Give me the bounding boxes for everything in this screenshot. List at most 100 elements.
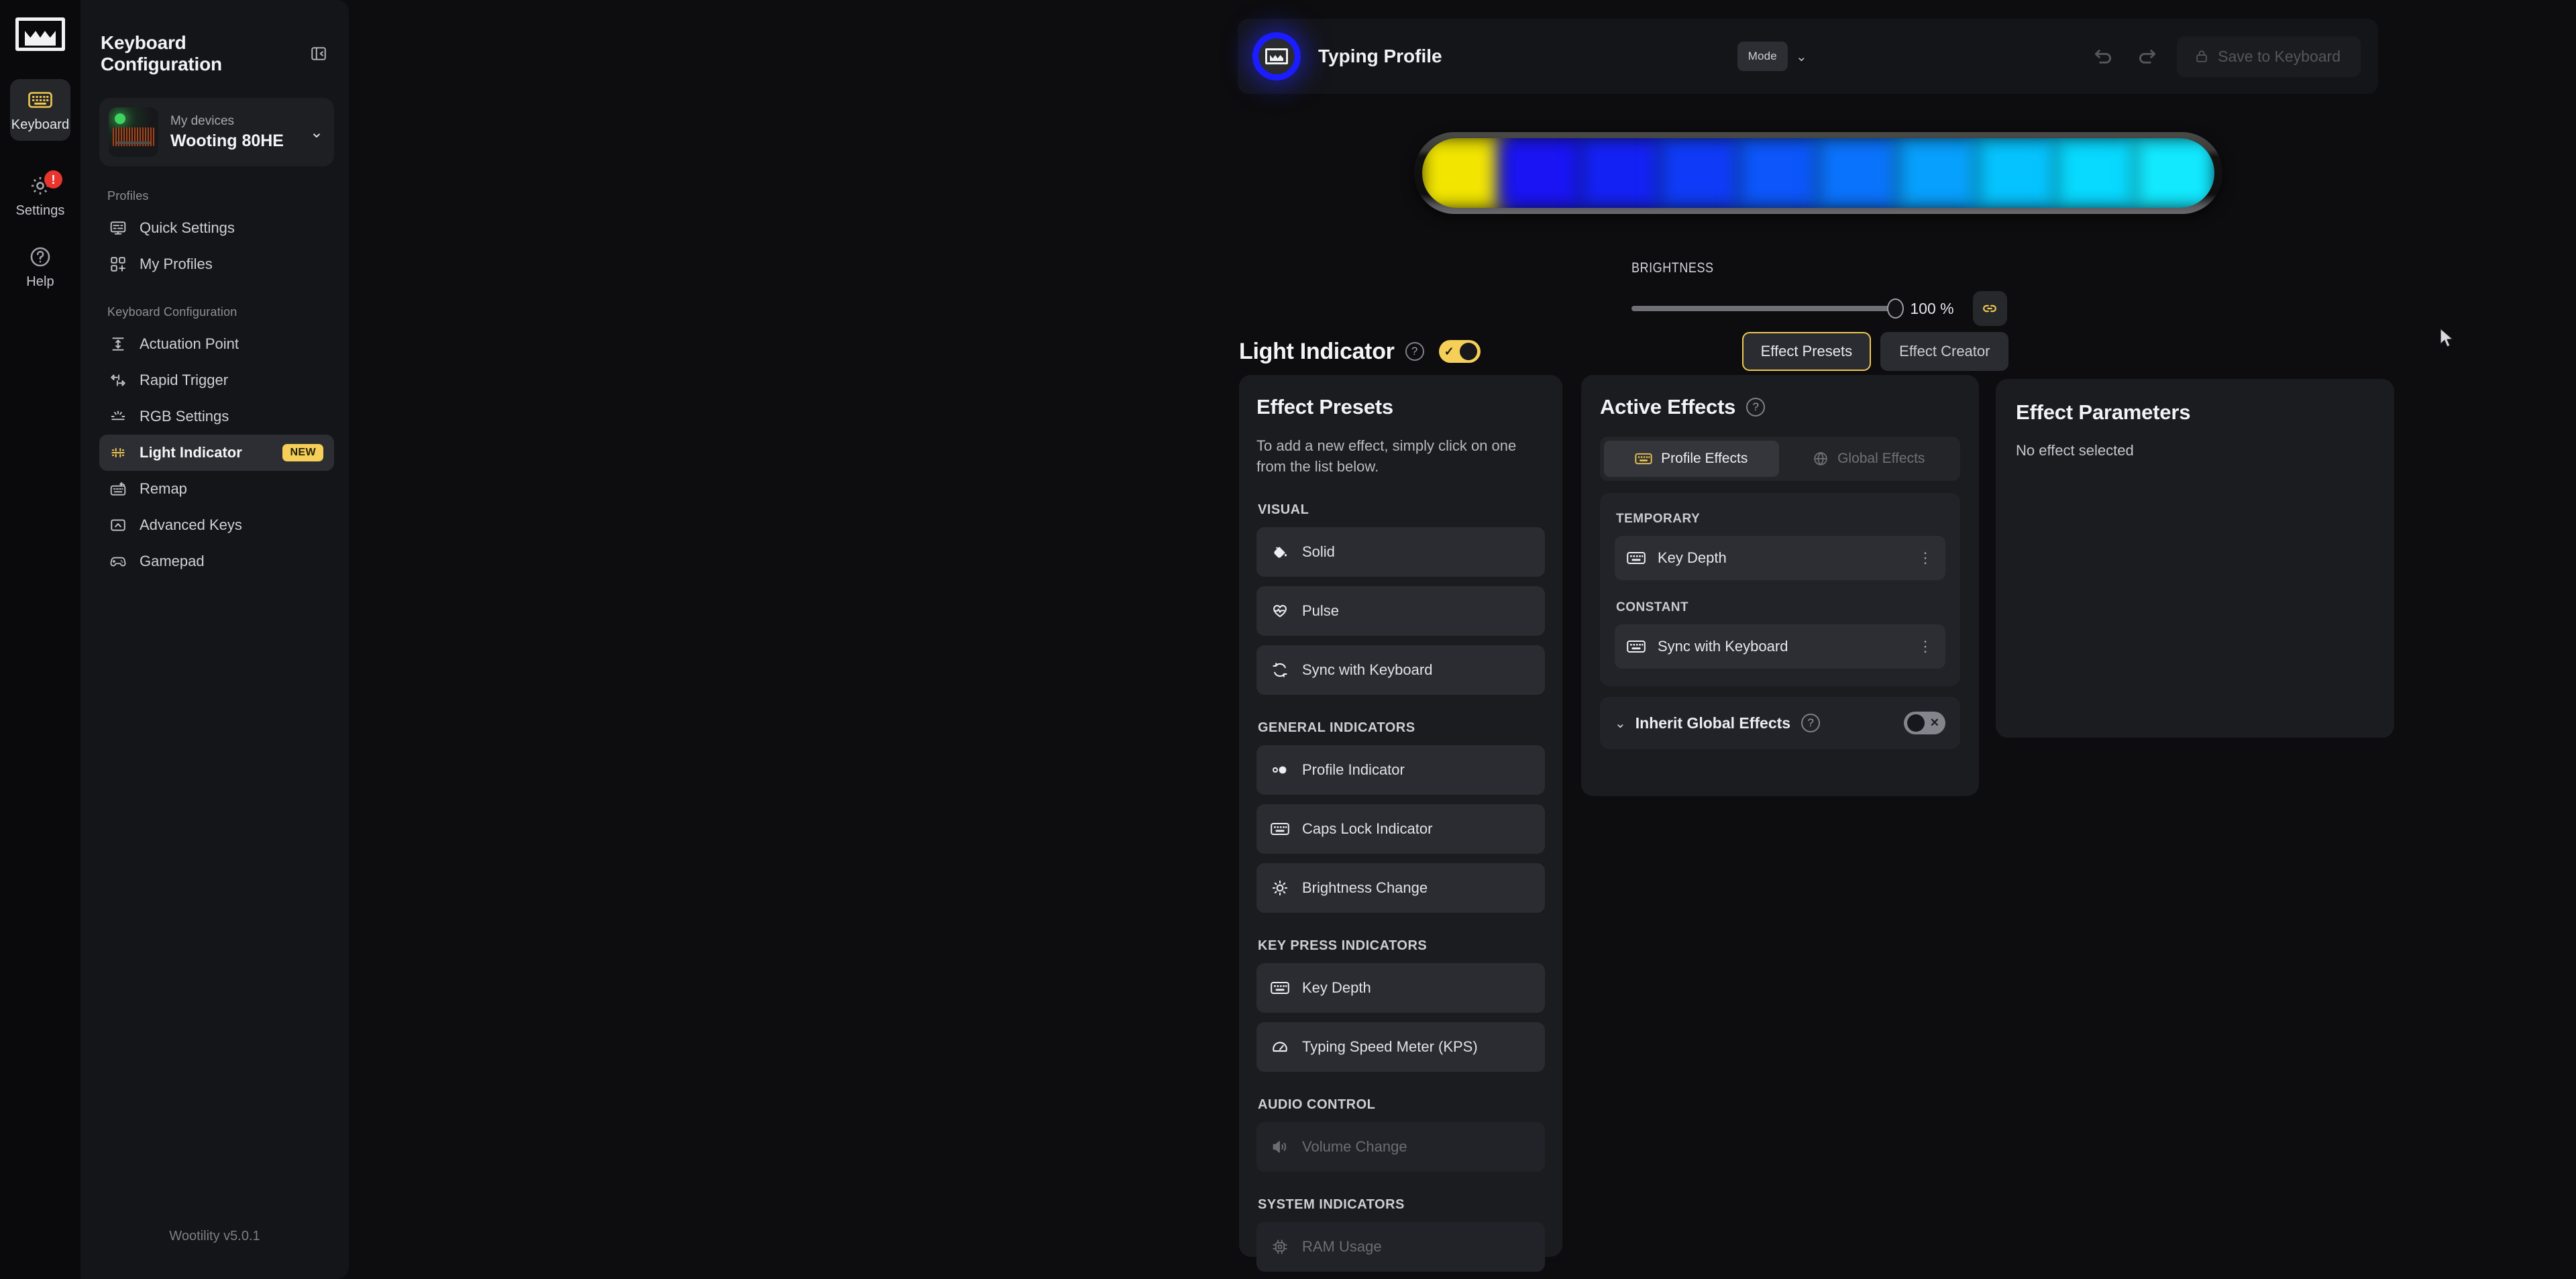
keyboard-icon xyxy=(26,89,54,111)
sidebar-item-advanced-keys[interactable]: Advanced Keys xyxy=(99,507,334,543)
sidebar-item-gamepad[interactable]: Gamepad xyxy=(99,543,334,579)
led-segment[interactable] xyxy=(1895,138,1980,208)
grid-plus-icon xyxy=(109,255,127,274)
led-segment[interactable] xyxy=(1499,138,1583,208)
effect-parameters-panel: Effect Parameters No effect selected xyxy=(1996,379,2394,738)
sidebar-item-actuation-point[interactable]: Actuation Point xyxy=(99,326,334,362)
save-to-keyboard-button[interactable]: Save to Keyboard xyxy=(2177,36,2361,77)
active-effect-row-key-depth[interactable]: Key Depth ⋮ xyxy=(1615,536,1945,580)
toolbar-actions: Save to Keyboard xyxy=(2088,36,2361,77)
panel-collapse-icon[interactable] xyxy=(308,42,330,65)
tab-effect-presets[interactable]: Effect Presets xyxy=(1741,332,1872,371)
profile-name: Typing Profile xyxy=(1318,46,1442,66)
led-segment[interactable] xyxy=(1422,138,1504,208)
kebab-menu-icon[interactable]: ⋮ xyxy=(1918,639,1933,654)
rail-item-keyboard[interactable]: Keyboard xyxy=(10,79,70,141)
redo-icon[interactable] xyxy=(2133,42,2162,71)
device-selector[interactable]: My devices Wooting 80HE ⌄ xyxy=(99,98,334,166)
question-circle-icon[interactable]: ? xyxy=(1405,342,1424,361)
preset-item-key-depth[interactable]: Key Depth xyxy=(1256,963,1545,1013)
effect-mode-tabs: Effect Presets Effect Creator xyxy=(1741,332,2009,371)
wooting-profile-avatar xyxy=(1252,32,1301,80)
chip-icon xyxy=(1270,1237,1290,1257)
sidebar-item-label: Quick Settings xyxy=(140,219,235,236)
page-title: Keyboard Configuration xyxy=(101,32,222,74)
undo-icon[interactable] xyxy=(2088,42,2118,71)
toggle-knob xyxy=(1459,343,1477,360)
sidebar-item-my-profiles[interactable]: My Profiles xyxy=(99,246,334,282)
active-effect-label: Sync with Keyboard xyxy=(1658,638,1788,655)
light-indicator-toggle[interactable]: ✓ xyxy=(1438,340,1481,363)
advanced-keys-icon xyxy=(109,516,127,535)
sidebar-item-label: RGB Settings xyxy=(140,408,229,425)
app-rail: Keyboard ! Settings Help xyxy=(0,0,80,1279)
sidebar-item-quick-settings[interactable]: Quick Settings xyxy=(99,210,334,246)
brightness-slider-knob[interactable] xyxy=(1887,298,1904,319)
keyboard-icon xyxy=(1270,819,1290,839)
preset-item-label: Profile Indicator xyxy=(1302,761,1405,779)
active-effects-panel: Active Effects ? Profile Effects Global … xyxy=(1581,375,1979,796)
mode-dropdown[interactable]: Mode ⌄ xyxy=(1737,42,1807,71)
preset-group-label-general-indicators: GENERAL INDICATORS xyxy=(1258,720,1415,736)
mouse-cursor xyxy=(2440,328,2455,349)
device-thumbnail xyxy=(109,107,158,157)
brightness-slider[interactable] xyxy=(1631,298,1904,319)
keyboard-icon xyxy=(1627,639,1646,654)
chevron-down-icon[interactable]: ⌄ xyxy=(1615,715,1626,732)
sidebar: Keyboard Configuration My devices Wootin… xyxy=(80,0,349,1279)
led-segment[interactable] xyxy=(1578,138,1662,208)
preset-item-brightness-change[interactable]: Brightness Change xyxy=(1256,863,1545,913)
led-segment[interactable] xyxy=(1974,138,2059,208)
preset-item-typing-speed-meter[interactable]: Typing Speed Meter (KPS) xyxy=(1256,1022,1545,1072)
sidebar-item-rgb-settings[interactable]: RGB Settings xyxy=(99,398,334,435)
preset-item-label: Caps Lock Indicator xyxy=(1302,820,1433,838)
tab-effect-creator[interactable]: Effect Creator xyxy=(1880,332,2009,371)
actuation-depth-icon xyxy=(109,335,127,353)
rail-item-settings[interactable]: ! Settings xyxy=(10,165,70,227)
keyboard-led-preview[interactable] xyxy=(1414,132,2222,214)
preset-item-label: Typing Speed Meter (KPS) xyxy=(1302,1038,1478,1056)
question-circle-icon[interactable]: ? xyxy=(1746,398,1766,416)
preset-item-label: Key Depth xyxy=(1302,979,1371,997)
sidebar-item-remap[interactable]: Remap xyxy=(99,471,334,507)
led-segment[interactable] xyxy=(2133,138,2214,208)
gauge-icon xyxy=(1270,1037,1290,1057)
led-segment[interactable] xyxy=(1657,138,1741,208)
active-effects-title: Active Effects xyxy=(1600,395,1736,419)
tab-global-effects[interactable]: Global Effects xyxy=(1782,441,1957,477)
effect-parameters-title: Effect Parameters xyxy=(2016,400,2191,424)
sidebar-item-light-indicator[interactable]: Light Indicator NEW xyxy=(99,435,334,471)
sidebar-item-rapid-trigger[interactable]: Rapid Trigger xyxy=(99,362,334,398)
preset-item-sync-with-keyboard[interactable]: Sync with Keyboard xyxy=(1256,645,1545,696)
question-circle-icon[interactable]: ? xyxy=(1801,714,1821,732)
preset-item-caps-lock-indicator[interactable]: Caps Lock Indicator xyxy=(1256,804,1545,854)
status-badge-new: NEW xyxy=(282,444,323,461)
led-segment[interactable] xyxy=(1815,138,1900,208)
chevron-down-icon[interactable]: ⌄ xyxy=(310,123,323,142)
rail-item-help[interactable]: Help xyxy=(10,236,70,298)
led-segment[interactable] xyxy=(2053,138,2138,208)
active-effect-label: Key Depth xyxy=(1658,549,1727,566)
kebab-menu-icon[interactable]: ⋮ xyxy=(1918,551,1933,565)
sidebar-item-label: My Profiles xyxy=(140,256,213,272)
remap-keyboard-icon xyxy=(109,480,127,498)
main-area: Typing Profile Mode ⌄ Save to Keyboard B xyxy=(349,0,2576,1279)
preset-item-ram-usage[interactable]: RAM Usage xyxy=(1256,1222,1545,1272)
tab-profile-effects[interactable]: Profile Effects xyxy=(1604,441,1779,477)
link-chain-icon[interactable] xyxy=(1972,291,2007,326)
settings-alert-badge: ! xyxy=(44,170,62,188)
preset-item-profile-indicator[interactable]: Profile Indicator xyxy=(1256,745,1545,795)
preset-item-pulse[interactable]: Pulse xyxy=(1256,586,1545,636)
preset-item-solid[interactable]: Solid xyxy=(1256,527,1545,577)
rapid-trigger-icon xyxy=(109,371,127,390)
preset-item-volume-change[interactable]: Volume Change xyxy=(1256,1122,1545,1172)
led-segment[interactable] xyxy=(1736,138,1821,208)
monitor-sliders-icon xyxy=(109,219,127,237)
inherit-global-effects-toggle[interactable]: ✕ xyxy=(1904,712,1945,734)
sidebar-section-label-profiles: Profiles xyxy=(107,189,149,203)
profile-dots-icon xyxy=(1270,760,1290,780)
effect-presets-panel: Effect Presets To add a new effect, simp… xyxy=(1239,375,1562,1272)
light-indicator-icon xyxy=(109,443,127,462)
active-effect-row-sync-with-keyboard[interactable]: Sync with Keyboard ⋮ xyxy=(1615,624,1945,669)
active-effects-tabs: Profile Effects Global Effects xyxy=(1600,437,1960,481)
